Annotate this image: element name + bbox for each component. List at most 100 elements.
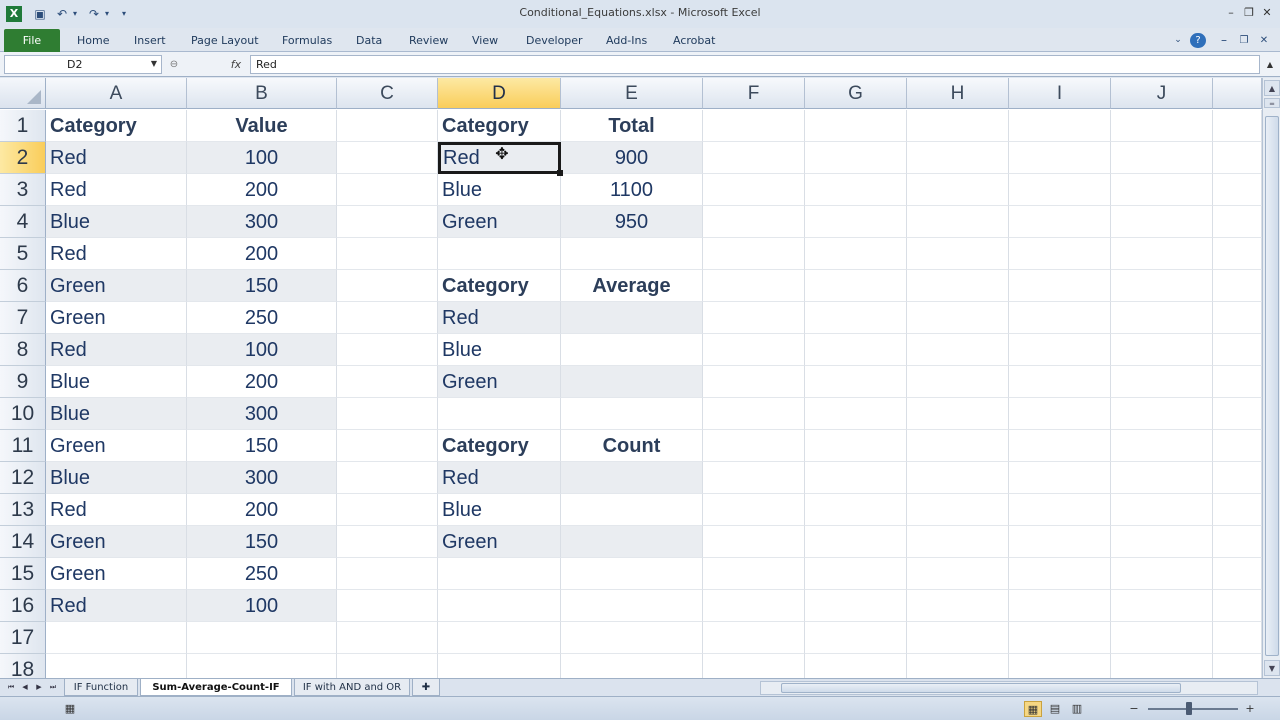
column-header-e[interactable]: E <box>561 78 703 109</box>
chevron-down-icon[interactable]: ▼ <box>148 56 160 72</box>
cell-a15[interactable]: Green <box>46 558 187 590</box>
cell-c9[interactable] <box>337 366 438 398</box>
column-header-j[interactable]: J <box>1111 78 1213 109</box>
cell-k13[interactable] <box>1213 494 1262 526</box>
cell-e7[interactable] <box>561 302 703 334</box>
cell-f5[interactable] <box>703 238 805 270</box>
cell-h7[interactable] <box>907 302 1009 334</box>
cell-a17[interactable] <box>46 622 187 654</box>
column-header-d[interactable]: D <box>438 78 561 109</box>
cell-e5[interactable] <box>561 238 703 270</box>
cell-c2[interactable] <box>337 142 438 174</box>
cell-f18[interactable] <box>703 654 805 678</box>
cell-c16[interactable] <box>337 590 438 622</box>
cell-g5[interactable] <box>805 238 907 270</box>
cell-j15[interactable] <box>1111 558 1213 590</box>
column-header-i[interactable]: I <box>1009 78 1111 109</box>
cell-g12[interactable] <box>805 462 907 494</box>
cell-d18[interactable] <box>438 654 561 678</box>
row-header-9[interactable]: 9 <box>0 366 46 398</box>
cell-i10[interactable] <box>1009 398 1111 430</box>
zoom-in-button[interactable]: + <box>1242 701 1258 717</box>
cell-c13[interactable] <box>337 494 438 526</box>
cell-d15[interactable] <box>438 558 561 590</box>
cell-e18[interactable] <box>561 654 703 678</box>
cell-d13[interactable]: Blue <box>438 494 561 526</box>
cell-i13[interactable] <box>1009 494 1111 526</box>
cell-d4[interactable]: Green <box>438 206 561 238</box>
row-header-7[interactable]: 7 <box>0 302 46 334</box>
cell-d6[interactable]: Category <box>438 270 561 302</box>
row-header-15[interactable]: 15 <box>0 558 46 590</box>
expand-name-box-icon[interactable]: ⊖ <box>166 56 182 73</box>
cell-e17[interactable] <box>561 622 703 654</box>
column-header-f[interactable]: F <box>703 78 805 109</box>
cell-k6[interactable] <box>1213 270 1262 302</box>
cell-i12[interactable] <box>1009 462 1111 494</box>
cell-h1[interactable] <box>907 110 1009 142</box>
cell-f16[interactable] <box>703 590 805 622</box>
cell-e1[interactable]: Total <box>561 110 703 142</box>
cell-a16[interactable]: Red <box>46 590 187 622</box>
cell-j6[interactable] <box>1111 270 1213 302</box>
cell-e12[interactable] <box>561 462 703 494</box>
cell-k5[interactable] <box>1213 238 1262 270</box>
cell-c3[interactable] <box>337 174 438 206</box>
cell-k4[interactable] <box>1213 206 1262 238</box>
tab-formulas[interactable]: Formulas <box>282 32 332 49</box>
tab-acrobat[interactable]: Acrobat <box>673 32 715 49</box>
cell-i8[interactable] <box>1009 334 1111 366</box>
cell-a11[interactable]: Green <box>46 430 187 462</box>
horizontal-scroll-thumb[interactable] <box>781 683 1181 693</box>
sheet-tab-if-with-and-or[interactable]: IF with AND and OR <box>294 679 410 696</box>
sheet-tab-if-function[interactable]: IF Function <box>64 679 138 696</box>
workbook-close-icon[interactable]: ✕ <box>1256 32 1272 49</box>
insert-sheet-icon[interactable]: ✚ <box>412 679 440 696</box>
insert-function-icon[interactable]: fx <box>226 56 246 73</box>
last-sheet-icon[interactable]: ⏭ <box>46 680 60 695</box>
cell-c10[interactable] <box>337 398 438 430</box>
cell-f12[interactable] <box>703 462 805 494</box>
cell-k11[interactable] <box>1213 430 1262 462</box>
cell-k7[interactable] <box>1213 302 1262 334</box>
cell-j13[interactable] <box>1111 494 1213 526</box>
cell-j10[interactable] <box>1111 398 1213 430</box>
cell-d7[interactable]: Red <box>438 302 561 334</box>
cell-k2[interactable] <box>1213 142 1262 174</box>
cell-i18[interactable] <box>1009 654 1111 678</box>
cell-h5[interactable] <box>907 238 1009 270</box>
cell-e8[interactable] <box>561 334 703 366</box>
formula-input[interactable]: Red <box>250 55 1260 74</box>
cell-g9[interactable] <box>805 366 907 398</box>
cell-f8[interactable] <box>703 334 805 366</box>
cell-b17[interactable] <box>187 622 337 654</box>
cell-c8[interactable] <box>337 334 438 366</box>
cell-h17[interactable] <box>907 622 1009 654</box>
cell-g7[interactable] <box>805 302 907 334</box>
cell-e9[interactable] <box>561 366 703 398</box>
cell-k14[interactable] <box>1213 526 1262 558</box>
cell-a4[interactable]: Blue <box>46 206 187 238</box>
column-header-g[interactable]: G <box>805 78 907 109</box>
cell-i1[interactable] <box>1009 110 1111 142</box>
cell-g1[interactable] <box>805 110 907 142</box>
cell-h4[interactable] <box>907 206 1009 238</box>
cell-f6[interactable] <box>703 270 805 302</box>
cell-j14[interactable] <box>1111 526 1213 558</box>
scroll-up-icon[interactable]: ▲ <box>1264 80 1280 96</box>
horizontal-scrollbar[interactable] <box>760 681 1258 695</box>
tab-page-layout[interactable]: Page Layout <box>191 32 259 49</box>
cell-j1[interactable] <box>1111 110 1213 142</box>
split-box[interactable]: ═ <box>1264 98 1280 108</box>
cell-d16[interactable] <box>438 590 561 622</box>
row-header-17[interactable]: 17 <box>0 622 46 654</box>
cell-g3[interactable] <box>805 174 907 206</box>
cell-j8[interactable] <box>1111 334 1213 366</box>
tab-view[interactable]: View <box>472 32 498 49</box>
cell-a7[interactable]: Green <box>46 302 187 334</box>
cell-b6[interactable]: 150 <box>187 270 337 302</box>
column-header-h[interactable]: H <box>907 78 1009 109</box>
cell-d17[interactable] <box>438 622 561 654</box>
cell-g8[interactable] <box>805 334 907 366</box>
cell-a18[interactable] <box>46 654 187 678</box>
